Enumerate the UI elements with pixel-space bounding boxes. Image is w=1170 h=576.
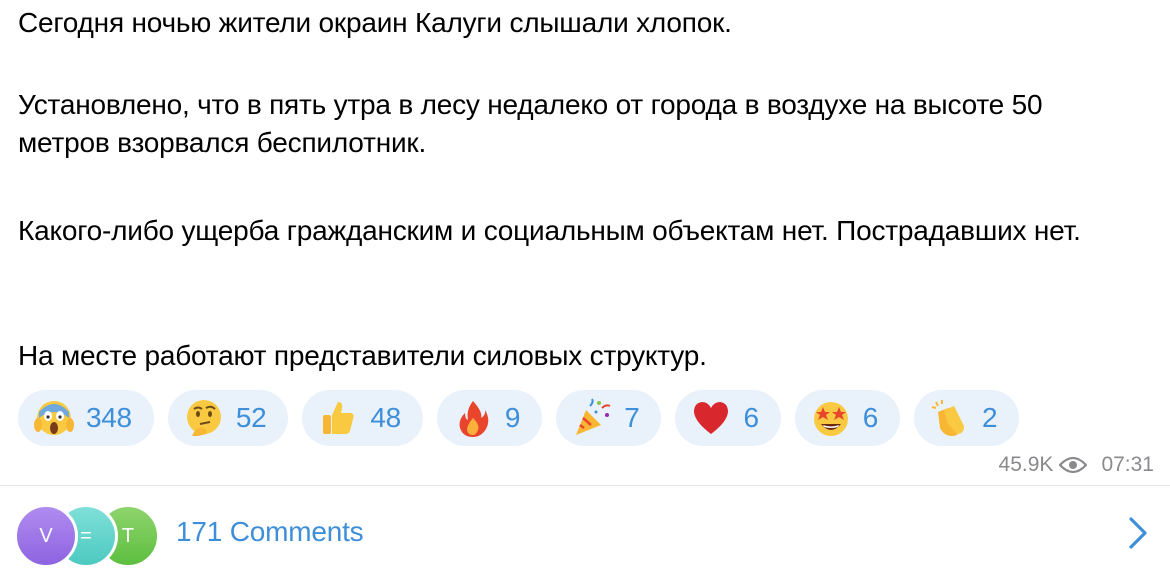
message-paragraph: Сегодня ночью жители окраин Калуги слыша… — [18, 7, 732, 38]
red-heart-icon — [694, 402, 729, 434]
reaction-count: 9 — [504, 402, 521, 433]
reaction-count: 2 — [982, 402, 998, 433]
message-paragraph: Какого-либо ущерба гражданским и социаль… — [18, 215, 1081, 246]
message-paragraph: На месте работают представители силовых … — [18, 340, 707, 371]
reaction-count: 6 — [862, 402, 879, 433]
reaction-thumbs-up[interactable]: 48 — [302, 390, 423, 446]
reaction-star-struck[interactable]: 6 — [794, 390, 901, 446]
reaction-heart[interactable]: 6 — [675, 390, 781, 446]
comments-button[interactable]: V = T 171 Comments — [0, 486, 1170, 576]
reaction-thinking[interactable]: 52 — [167, 390, 289, 446]
star-struck-icon — [813, 402, 848, 436]
reaction-party[interactable]: 7 — [556, 390, 662, 446]
message-meta: 45.9K 07:31 — [999, 452, 1154, 478]
comments-label: 171 Comments — [176, 516, 364, 547]
reaction-clapping[interactable]: 2 — [914, 390, 1020, 446]
chevron-right-icon — [1129, 517, 1147, 549]
reaction-fire[interactable]: 9 — [436, 390, 543, 446]
screaming-face-icon — [34, 401, 74, 435]
party-popper-icon — [576, 398, 611, 435]
reactions-bar: 348 52 48 9 7 6 6 2 — [18, 390, 1020, 446]
clapping-hands-icon — [931, 400, 965, 436]
reaction-screaming[interactable]: 348 — [18, 390, 154, 446]
thinking-face-icon — [186, 400, 221, 436]
reaction-count: 52 — [235, 402, 267, 433]
message-paragraph: Установлено, что в пять утра в лесу неда… — [18, 89, 1043, 158]
reaction-count: 6 — [743, 402, 759, 433]
fire-icon — [459, 401, 489, 437]
reaction-count: 7 — [624, 402, 640, 433]
view-count: 45.9K — [998, 453, 1054, 476]
reaction-count: 48 — [370, 402, 401, 433]
eye-icon — [1059, 456, 1088, 474]
thumbs-up-icon — [323, 402, 355, 434]
avatar: V — [14, 504, 78, 568]
reaction-count: 348 — [86, 402, 132, 433]
message-time: 07:31 — [1101, 453, 1154, 476]
